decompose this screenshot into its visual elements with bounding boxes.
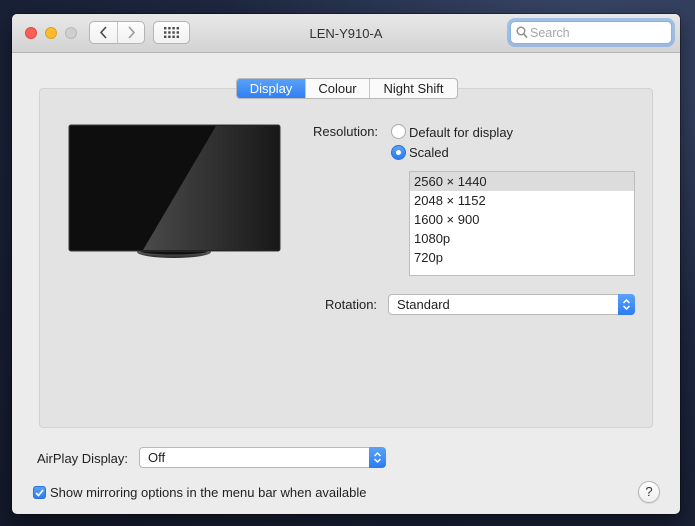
scaled-label[interactable]: Scaled <box>409 145 449 160</box>
monitor-icon <box>68 124 281 258</box>
tab-bar: Display Colour Night Shift <box>236 78 458 99</box>
search-input[interactable] <box>530 24 668 41</box>
default-for-display-label[interactable]: Default for display <box>409 125 513 140</box>
rotation-label: Rotation: <box>325 297 378 312</box>
resolution-item-2048x1152[interactable]: 2048 × 1152 <box>410 191 634 210</box>
search-icon <box>516 26 528 39</box>
title-bar: LEN-Y910-A <box>12 14 680 53</box>
resolution-item-720p[interactable]: 720p <box>410 248 634 267</box>
resolution-item-1600x900[interactable]: 1600 × 900 <box>410 210 634 229</box>
radio-scaled[interactable] <box>391 145 406 160</box>
airplay-display-label: AirPlay Display: <box>37 451 129 466</box>
resolution-item-2560x1440[interactable]: 2560 × 1440 <box>410 172 634 191</box>
mirroring-checkbox[interactable] <box>33 486 46 499</box>
search-field[interactable] <box>510 21 672 44</box>
tab-display[interactable]: Display <box>237 79 305 98</box>
radio-default-for-display[interactable] <box>391 124 406 139</box>
help-button[interactable]: ? <box>638 481 660 503</box>
tab-colour[interactable]: Colour <box>305 79 369 98</box>
tab-night-shift[interactable]: Night Shift <box>369 79 457 98</box>
resolution-list[interactable]: 2560 × 1440 2048 × 1152 1600 × 900 1080p… <box>409 171 635 276</box>
preferences-window: LEN-Y910-A Display Colour Night Shift <box>12 14 680 514</box>
resolution-label: Resolution: <box>313 124 379 139</box>
rotation-value: Standard <box>397 297 450 312</box>
resolution-item-1080p[interactable]: 1080p <box>410 229 634 248</box>
rotation-popup[interactable]: Standard <box>388 294 635 315</box>
popup-arrows-icon <box>618 294 635 315</box>
airplay-value: Off <box>148 450 166 465</box>
airplay-popup[interactable]: Off <box>139 447 386 468</box>
mirroring-label[interactable]: Show mirroring options in the menu bar w… <box>50 485 367 500</box>
checkmark-icon <box>35 488 44 497</box>
popup-arrows-icon <box>369 447 386 468</box>
